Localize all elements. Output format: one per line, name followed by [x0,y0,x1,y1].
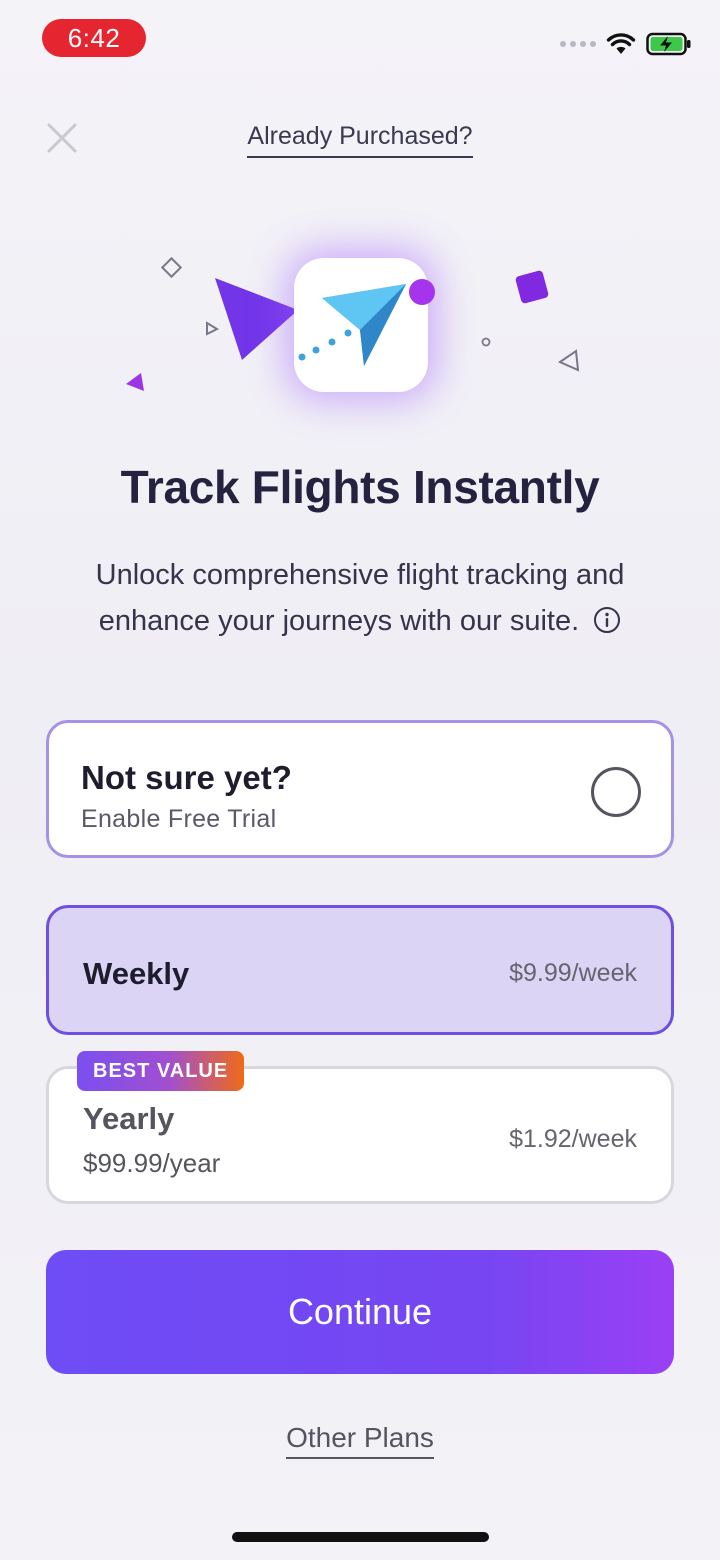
triangle-outline-shape [557,349,580,372]
triangle-outline-small-shape [206,321,220,336]
other-plans-row: Other Plans [0,1422,720,1459]
already-purchased-row: Already Purchased? [0,122,720,158]
purple-wedge-shape [215,278,298,360]
battery-charging-icon [646,32,691,56]
home-indicator [232,1532,489,1542]
purple-dot-shape [409,279,435,305]
yearly-plan-weekly-price: $1.92/week [509,1125,637,1153]
subtitle-text: Unlock comprehensive flight tracking and… [95,559,625,637]
other-plans-link[interactable]: Other Plans [286,1422,434,1459]
yearly-plan-total-price: $99.99/year [83,1148,221,1178]
small-circle-outline-shape [481,337,491,347]
free-trial-subtitle: Enable Free Trial [81,805,277,833]
free-trial-title: Not sure yet? [81,759,292,796]
info-icon[interactable] [593,606,621,634]
hero-illustration [0,230,720,420]
already-purchased-link[interactable]: Already Purchased? [247,122,473,158]
weekly-plan-title: Weekly [83,956,190,991]
free-trial-option[interactable]: Not sure yet? Enable Free Trial [46,720,674,858]
purple-small-triangle-shape [126,373,144,391]
diamond-outline-shape [160,256,183,279]
page-title: Track Flights Instantly [120,461,600,513]
yearly-plan-title: Yearly [83,1101,175,1136]
status-icons [560,30,692,58]
weekly-plan-price: $9.99/week [509,959,637,987]
free-trial-radio[interactable] [591,767,641,817]
cellular-dots-icon [560,41,596,47]
status-time: 6:42 [42,19,146,57]
subtitle: Unlock comprehensive flight tracking and… [40,552,680,644]
wifi-icon [606,33,636,54]
continue-button[interactable]: Continue [46,1250,674,1374]
purple-square-shape [515,270,549,304]
weekly-plan-option[interactable]: Weekly $9.99/week [46,905,674,1035]
best-value-badge: BEST VALUE [77,1051,245,1091]
